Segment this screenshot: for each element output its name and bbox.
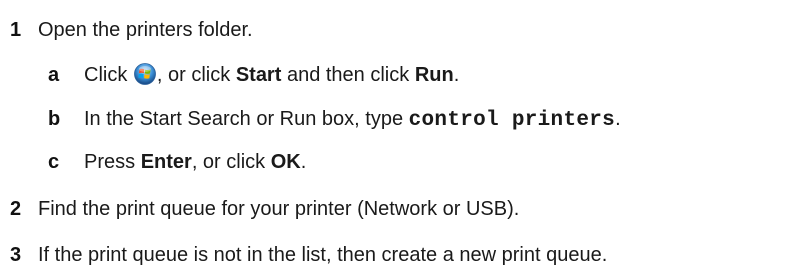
instructions-document: 1 Open the printers folder. a Click , or c… [0,0,796,279]
ok-label: OK [270,151,301,173]
substep-letter: a [48,64,60,86]
windows-start-orb-icon [134,63,156,85]
substep-a-text-mid: , or click [156,64,231,86]
step-text: Find the print queue for your printer (N… [38,198,520,220]
start-label: Start [235,64,282,86]
step-text: Open the printers folder. [38,19,253,41]
substep-c-text-mid: , or click [191,151,266,173]
step-2: 2 Find the print queue for your printer (… [10,197,519,221]
step-text: If the print queue is not in the list, t… [38,244,608,266]
substep-a: a Click , or click Start and then click R… [48,63,459,87]
substep-b-period: . [615,108,621,130]
step-number: 1 [10,19,22,41]
step-1: 1 Open the printers folder. [10,18,253,42]
step-number: 3 [10,244,22,266]
enter-label: Enter [140,151,192,173]
step-number: 2 [10,198,22,220]
substep-c: c Press Enter, or click OK. [48,150,306,174]
step-3: 3 If the print queue is not in the list, … [10,243,607,267]
substep-c-period: . [300,151,307,173]
substep-c-text-pre: Press [84,151,136,173]
substep-b-text-pre: In the Start Search or Run box, type [84,108,404,130]
substep-letter: c [48,151,60,173]
substep-letter: b [48,108,61,130]
substep-a-text-mid2: and then click [286,64,410,86]
substep-a-text-pre: Click [84,64,128,86]
run-label: Run [414,64,454,86]
substep-a-period: . [453,64,460,86]
command-code: control printers [408,109,616,132]
substep-b: b In the Start Search or Run box, type co… [48,107,621,133]
